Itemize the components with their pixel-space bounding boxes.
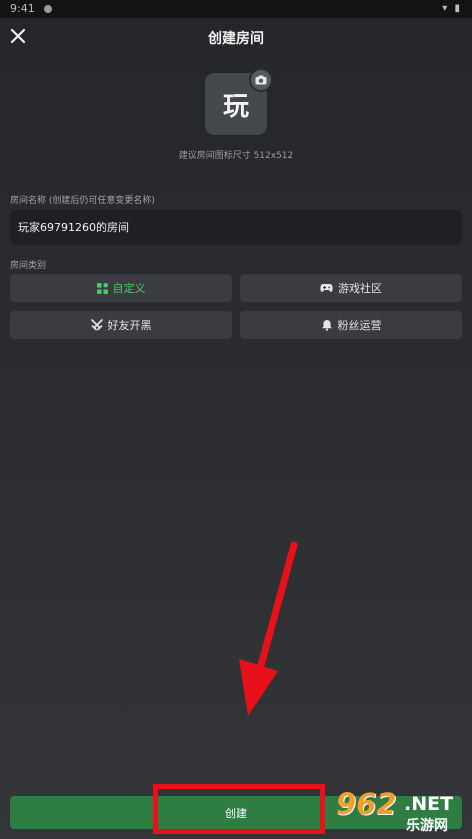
room-name-input[interactable]: 玩家69791260的房间 [10, 210, 462, 245]
category-game-community-button[interactable]: 游戏社区 [240, 274, 462, 302]
header: 创建房间 [0, 18, 472, 58]
category-friends-button[interactable]: 好友开黑 [10, 311, 232, 339]
crossed-swords-icon [90, 319, 103, 331]
watermark-domain: .NET [404, 793, 454, 815]
annotation-highlight-box [153, 784, 325, 834]
camera-icon [255, 75, 267, 85]
status-bar: 9:41 ▾ ▮ [0, 0, 472, 18]
status-icons: ▾ ▮ [442, 3, 462, 14]
change-avatar-button[interactable] [249, 68, 273, 92]
category-custom-label: 自定义 [112, 282, 146, 295]
room-avatar[interactable]: 玩 [205, 68, 273, 135]
page-title: 创建房间 [208, 31, 264, 47]
gamepad-icon [320, 284, 333, 292]
room-category-label: 房间类别 [10, 261, 47, 271]
notification-dot-icon [44, 5, 52, 13]
category-fans-button[interactable]: 粉丝运营 [240, 311, 462, 339]
room-name-label: 房间名称 (创建后仍可任意变更名称) [10, 196, 155, 206]
avatar-size-hint: 建议房间图标尺寸 512x512 [178, 151, 294, 161]
category-friends-label: 好友开黑 [107, 319, 152, 332]
category-game-community-label: 游戏社区 [338, 282, 382, 295]
watermark-text: 乐游网 [406, 818, 448, 834]
watermark-logo: 962 .NET 乐游网 [336, 787, 470, 837]
grid-icon [96, 282, 108, 294]
category-custom-button[interactable]: 自定义 [10, 274, 232, 302]
watermark-number: 962 [336, 787, 397, 821]
bell-icon [321, 320, 332, 331]
category-fans-label: 粉丝运营 [337, 319, 382, 332]
status-time: 9:41 [10, 2, 35, 15]
